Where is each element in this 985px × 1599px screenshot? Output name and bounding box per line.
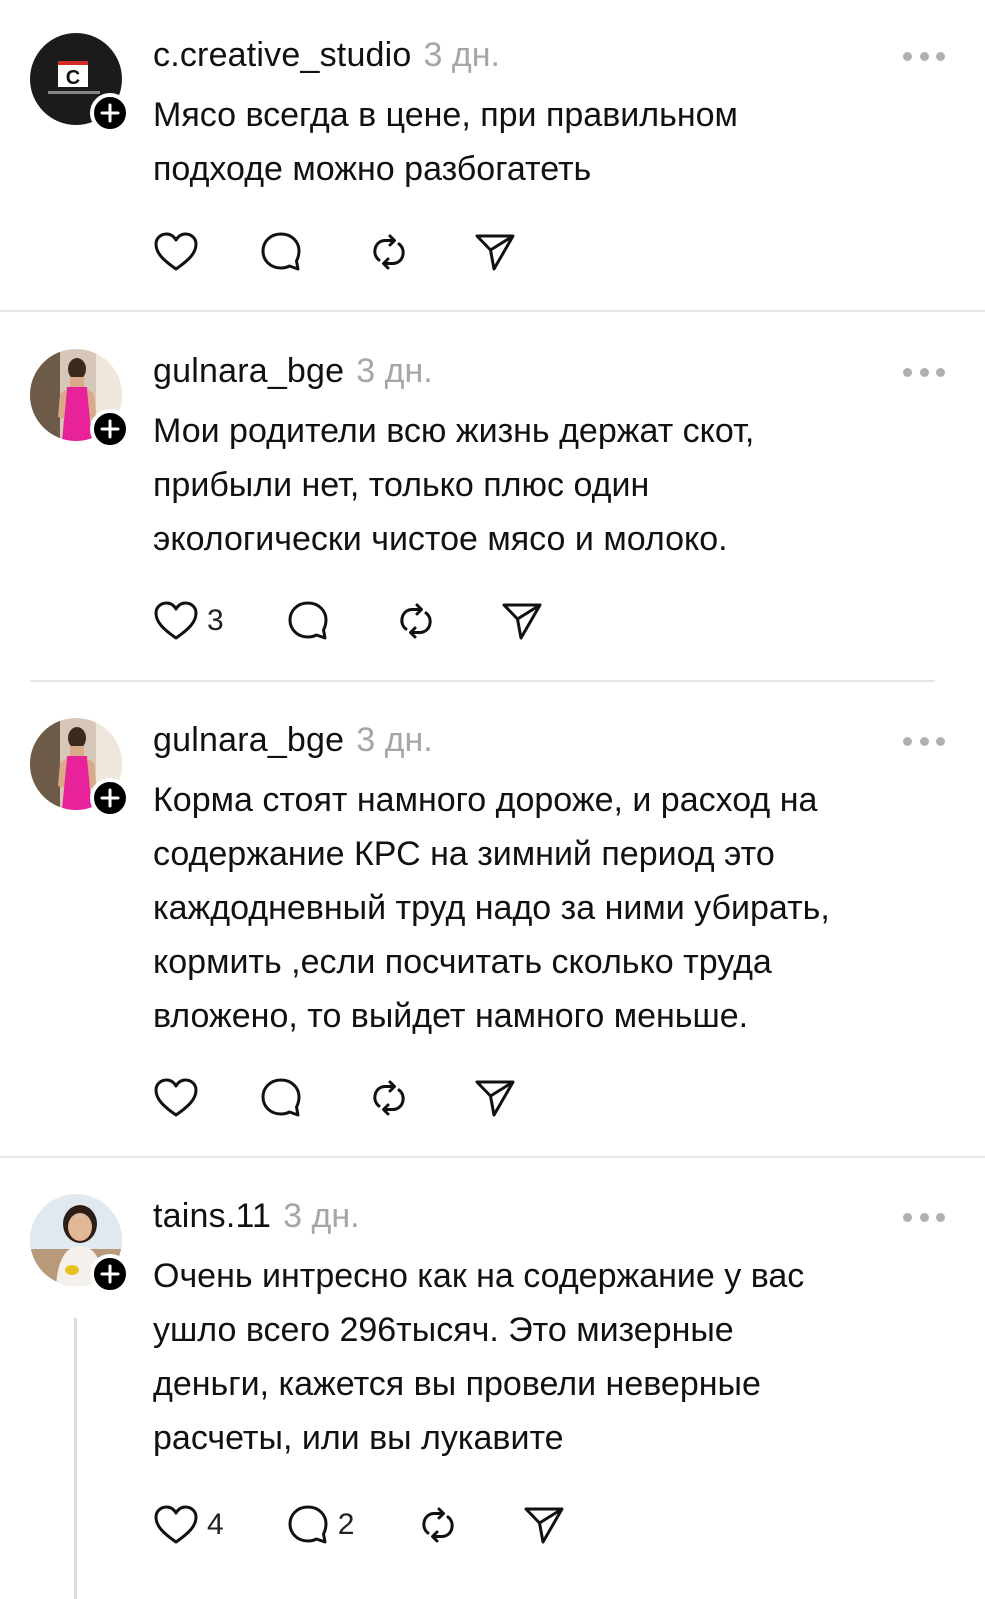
like-button[interactable] (153, 231, 199, 273)
thread-line (74, 1318, 77, 1599)
repost-icon (400, 603, 432, 639)
share-button[interactable] (473, 1076, 517, 1120)
reply-button[interactable] (286, 599, 330, 643)
more-dots-icon[interactable] (903, 50, 945, 62)
username[interactable]: tains.11 (153, 1197, 271, 1236)
repost-icon (422, 1507, 455, 1543)
post-text: Корма стоят намного дороже, и расход на … (153, 781, 830, 1035)
reply-button[interactable]: 2 (286, 1503, 355, 1547)
plus-icon (100, 788, 120, 808)
heart-icon (154, 232, 198, 271)
avatar-3[interactable] (30, 718, 130, 818)
plus-icon (100, 1264, 120, 1284)
post-text: Очень интресно как на содержание у вас у… (153, 1257, 805, 1457)
follow-button[interactable] (90, 93, 130, 133)
share-button[interactable] (473, 230, 517, 274)
plus-icon (100, 103, 120, 123)
plus-icon (100, 419, 120, 439)
timestamp[interactable]: 3 дн. (356, 721, 432, 760)
reply-button[interactable] (259, 230, 303, 274)
share-button[interactable] (522, 1503, 566, 1547)
divider (0, 1156, 985, 1158)
like-count: 3 (207, 604, 224, 637)
divider (30, 680, 935, 682)
avatar-4[interactable] (30, 1194, 130, 1294)
avatar-2[interactable] (30, 349, 130, 449)
more-dots-icon[interactable] (903, 1211, 945, 1223)
action-bar (153, 1075, 517, 1121)
avatar-logo-letter: C (66, 67, 80, 89)
repost-icon (373, 1080, 405, 1116)
timestamp[interactable]: 3 дн. (424, 36, 500, 75)
repost-icon (373, 234, 405, 270)
comment-bubble-icon (261, 1078, 301, 1117)
more-dots-icon[interactable] (903, 735, 945, 747)
reply-count: 2 (337, 1508, 355, 1541)
repost-button[interactable] (416, 1503, 460, 1547)
like-count: 4 (207, 1508, 224, 1541)
post-text: Мясо всегда в цене, при правильном подхо… (153, 96, 738, 188)
heart-icon (154, 601, 198, 640)
follow-button[interactable] (90, 778, 130, 818)
action-bar (153, 229, 517, 275)
timestamp[interactable]: 3 дн. (356, 352, 432, 391)
send-icon (475, 234, 515, 271)
repost-button[interactable] (367, 230, 411, 274)
share-button[interactable] (500, 599, 544, 643)
follow-button[interactable] (90, 1254, 130, 1294)
like-button[interactable]: 4 (153, 1504, 224, 1546)
comment-bubble-icon (288, 601, 328, 640)
comment-bubble-icon (288, 1505, 328, 1544)
like-button[interactable]: 3 (153, 600, 224, 642)
avatar-1[interactable]: C (30, 33, 130, 133)
username[interactable]: gulnara_bge (153, 721, 344, 760)
action-bar: 3 (153, 598, 544, 644)
send-icon (502, 603, 542, 640)
username[interactable]: c.creative_studio (153, 36, 412, 75)
send-icon (524, 1507, 564, 1544)
repost-button[interactable] (367, 1076, 411, 1120)
post-header: gulnara_bge 3 дн. (153, 721, 945, 761)
like-button[interactable] (153, 1077, 199, 1119)
more-dots-icon[interactable] (903, 366, 945, 378)
repost-button[interactable] (394, 599, 438, 643)
heart-icon (154, 1078, 198, 1117)
post-header: c.creative_studio 3 дн. (153, 36, 945, 76)
post-header: gulnara_bge 3 дн. (153, 352, 945, 392)
comment-bubble-icon (261, 232, 301, 271)
timestamp[interactable]: 3 дн. (283, 1197, 359, 1236)
reply-button[interactable] (259, 1076, 303, 1120)
post-header: tains.11 3 дн. (153, 1197, 945, 1237)
divider (0, 310, 985, 312)
post-text: Мои родители всю жизнь держат скот, приб… (153, 412, 755, 558)
username[interactable]: gulnara_bge (153, 352, 344, 391)
send-icon (475, 1080, 515, 1117)
follow-button[interactable] (90, 409, 130, 449)
action-bar: 4 2 (153, 1502, 566, 1548)
heart-icon (154, 1505, 198, 1544)
